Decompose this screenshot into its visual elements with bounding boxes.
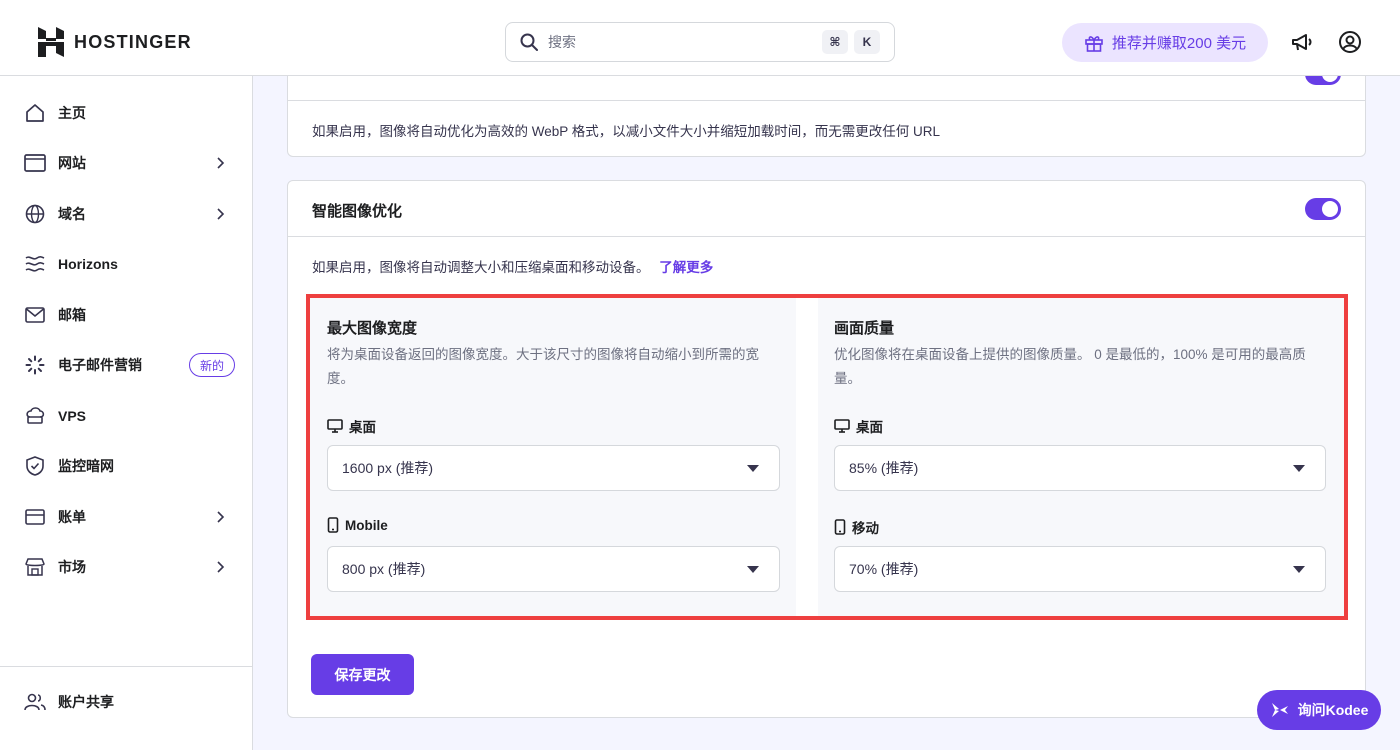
globe-icon	[24, 203, 46, 225]
learn-more-link[interactable]: 了解更多	[659, 260, 713, 275]
website-icon	[24, 152, 46, 174]
shortcut-cmd-key: ⌘	[822, 30, 848, 54]
sidebar-item-dark-web-monitor[interactable]: 监控暗网	[0, 446, 252, 486]
search-placeholder: 搜索	[548, 34, 576, 50]
chevron-right-icon	[217, 561, 225, 573]
horizons-icon	[24, 253, 46, 275]
users-icon	[24, 691, 46, 713]
refer-earn-label: 推荐并赚取200 美元	[1111, 35, 1247, 52]
sidebar-item-email-marketing[interactable]: 电子邮件营销 新的	[0, 345, 252, 385]
kodee-icon	[1271, 703, 1288, 717]
chevron-right-icon	[217, 208, 225, 220]
server-icon	[24, 405, 46, 427]
top-header: HOSTINGER 搜索 ⌘ K 推荐并赚取200 美元	[0, 0, 1400, 76]
search-icon	[520, 33, 538, 51]
account-avatar-icon[interactable]	[1338, 30, 1362, 54]
sidebar-item-email[interactable]: 邮箱	[0, 295, 252, 335]
smart-description-text: 如果启用，图像将自动调整大小和压缩桌面和移动设备。	[312, 260, 650, 275]
search-input[interactable]: 搜索 ⌘ K	[505, 22, 895, 62]
card-divider	[288, 100, 1365, 101]
sidebar-item-billing[interactable]: 账单	[0, 497, 252, 537]
shield-icon	[24, 455, 46, 477]
sidebar-item-account-sharing[interactable]: 账户共享	[0, 682, 252, 722]
store-icon	[24, 556, 46, 578]
highlight-annotation-box	[306, 294, 1348, 620]
brand-name: HOSTINGER	[74, 31, 192, 52]
smart-card-title: 智能图像优化	[312, 203, 403, 220]
chevron-right-icon	[217, 511, 225, 523]
sidebar-item-marketplace[interactable]: 市场	[0, 547, 252, 587]
kodee-label: 询问Kodee	[1297, 702, 1369, 718]
ask-kodee-button[interactable]: 询问Kodee	[1257, 690, 1381, 730]
smart-card-description: 如果启用，图像将自动调整大小和压缩桌面和移动设备。 了解更多	[312, 256, 713, 276]
chevron-right-icon	[217, 157, 225, 169]
home-icon	[24, 102, 46, 124]
save-changes-button[interactable]: 保存更改	[311, 654, 414, 695]
refer-earn-button[interactable]: 推荐并赚取200 美元	[1062, 23, 1268, 62]
sidebar-nav: 主页 网站 域名 Horizons 邮箱 电子邮件营销 新的 VPS 监控暗网 …	[0, 76, 253, 750]
sidebar-item-horizons[interactable]: Horizons	[0, 244, 252, 284]
sparkle-icon	[24, 354, 46, 376]
card-divider	[288, 236, 1365, 237]
mail-icon	[24, 304, 46, 326]
webp-description: 如果启用，图像将自动优化为高效的 WebP 格式，以减小文件大小并缩短加载时间，…	[312, 124, 941, 139]
sidebar-item-domains[interactable]: 域名	[0, 194, 252, 234]
shortcut-k-key: K	[854, 30, 880, 54]
hostinger-logo[interactable]: HOSTINGER	[38, 27, 192, 57]
smart-optimization-toggle[interactable]	[1305, 198, 1341, 220]
sidebar-divider	[0, 666, 252, 667]
sidebar-item-websites[interactable]: 网站	[0, 143, 252, 183]
sidebar-item-vps[interactable]: VPS	[0, 396, 252, 436]
billing-icon	[24, 506, 46, 528]
hostinger-logo-icon	[38, 27, 64, 57]
sidebar-item-home[interactable]: 主页	[0, 93, 252, 133]
gift-icon	[1085, 35, 1103, 52]
megaphone-icon[interactable]	[1290, 30, 1314, 54]
new-badge: 新的	[189, 353, 236, 377]
